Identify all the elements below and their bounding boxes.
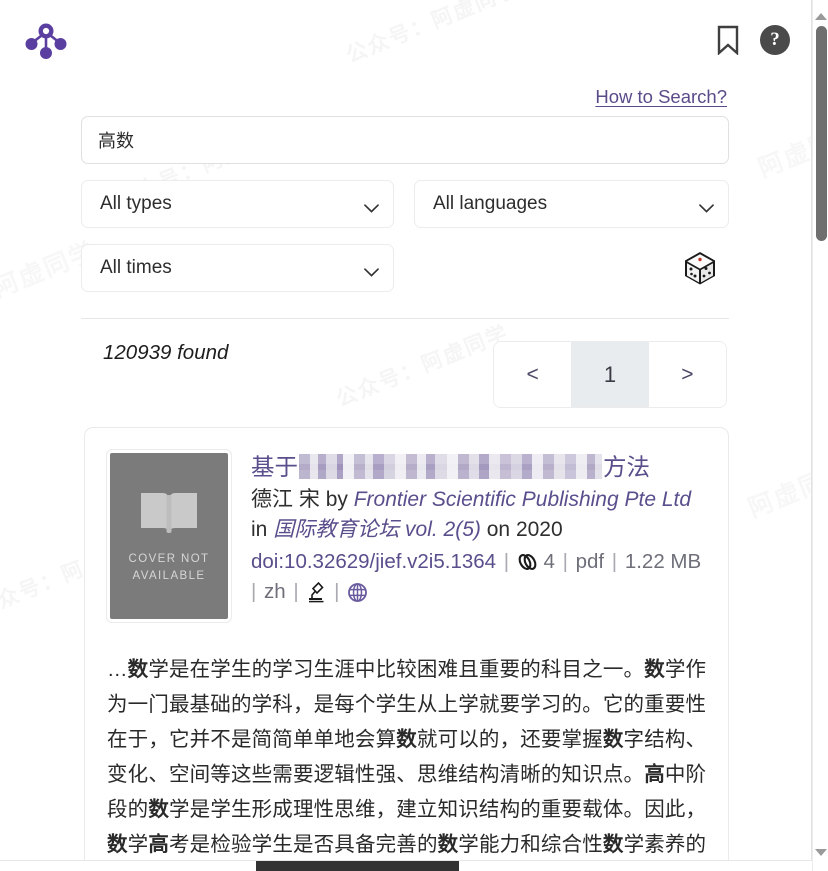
pagination-prev[interactable]: < [494, 342, 572, 407]
abstract-highlight: 数 [437, 833, 459, 856]
abstract-text: 学是学生形成理性思维，建立知识结构的重要载体。因此， [169, 798, 707, 821]
result-year: 2020 [515, 518, 563, 541]
pagination-next[interactable]: > [648, 342, 726, 407]
filter-times-label: All times [100, 257, 172, 278]
cover-placeholder[interactable]: COVER NOT AVAILABLE [107, 450, 231, 622]
open-book-icon [141, 493, 197, 533]
abstract-highlight: 数 [396, 728, 417, 751]
pagination: < 1 > [493, 341, 727, 408]
result-doi-line: doi:10.32629/jief.v2i5.1364 | 4 | pdf | … [251, 547, 706, 607]
vertical-scrollbar[interactable] [812, 0, 828, 871]
microscope-icon[interactable] [306, 581, 326, 603]
abstract-highlight: 数 [644, 658, 665, 681]
filters-row: All types All languages [81, 180, 729, 228]
scroll-down-arrow[interactable] [813, 844, 828, 861]
search-input[interactable] [81, 116, 729, 164]
abstract-text: 学能力和综合性 [458, 833, 603, 856]
attachment-count: 4 [543, 550, 555, 573]
abstract-text: 学 [127, 833, 149, 856]
abstract-highlight: 数 [148, 798, 169, 821]
abstract-text: 考是检验学生是否具备完善的 [169, 833, 438, 856]
section-divider [81, 318, 729, 319]
filter-types-select[interactable]: All types [81, 180, 394, 228]
bookmark-icon[interactable] [716, 25, 740, 56]
title-suffix: 方法 [603, 454, 650, 480]
abstract-highlight: 高 [148, 833, 170, 856]
results-count: 120939 found [103, 341, 229, 364]
on-word: on [486, 518, 511, 541]
cover-line-1: COVER NOT [128, 553, 210, 565]
result-authors-line: 德江 宋 by Frontier Scientific Publishing P… [251, 485, 706, 545]
abstract-highlight: 高 [644, 763, 665, 786]
result-title[interactable]: 基于 方法 [251, 452, 706, 482]
times-row: All times [81, 244, 729, 292]
by-word: by [325, 488, 348, 511]
abstract-text: 就可以的，还要掌握 [416, 728, 603, 751]
result-publisher[interactable]: Frontier Scientific Publishing Pte Ltd [354, 488, 691, 511]
result-authors: 德江 宋 [251, 488, 320, 511]
help-icon[interactable]: ? [760, 25, 790, 55]
app-root: 公众号：阿虚同学 阿虚同学 公众号：阿虚同学 阿虚同学 公众号：阿虚同学 阿虚同… [0, 0, 828, 871]
separator: | [287, 580, 305, 603]
chevron-down-icon [364, 200, 379, 213]
title-redacted-region [299, 454, 602, 479]
filter-times-select[interactable]: All times [81, 244, 394, 292]
result-abstract: …数学是在学生的学习生涯中比较困难且重要的科目之一。数学作为一门最基础的学科，是… [107, 652, 706, 866]
globe-icon[interactable] [347, 582, 368, 603]
result-size: 1.22 MB [624, 550, 702, 573]
separator: | [556, 550, 574, 573]
separator: | [498, 550, 515, 573]
result-language: zh [264, 580, 286, 603]
abstract-highlight: 数 [602, 728, 624, 751]
app-header: ? [0, 0, 811, 78]
cover-line-2: AVAILABLE [132, 570, 206, 582]
result-meta: 基于 方法 德江 宋 by Frontier Scientific Publish… [251, 450, 706, 622]
pagination-current-page[interactable]: 1 [571, 342, 649, 407]
separator: | [328, 580, 346, 603]
abstract-highlight: 数 [127, 658, 149, 681]
paperclip-icon [517, 551, 538, 571]
result-format: pdf [575, 550, 605, 573]
watermark: 阿虚同学 [744, 456, 812, 524]
filter-languages-label: All languages [433, 193, 548, 214]
network-graph-logo[interactable] [22, 20, 70, 62]
chevron-down-icon [364, 264, 379, 277]
chevron-down-icon [699, 200, 714, 213]
dice-icon[interactable] [680, 248, 720, 288]
abstract-text: … [107, 658, 128, 681]
result-journal[interactable]: 国际教育论坛 vol. 2(5) [273, 518, 481, 541]
result-card[interactable]: COVER NOT AVAILABLE 基于 方法 德江 宋 by Frontie… [84, 427, 729, 866]
how-to-search-link[interactable]: How to Search? [595, 86, 727, 108]
filter-languages-select[interactable]: All languages [414, 180, 729, 228]
filter-types-label: All types [100, 193, 172, 214]
search-area: All types All languages [81, 116, 729, 292]
header-actions: ? [716, 25, 790, 56]
vertical-scrollbar-thumb[interactable] [816, 26, 827, 241]
result-doi[interactable]: doi:10.32629/jief.v2i5.1364 [251, 550, 496, 573]
watermark: 公众号：阿虚同学 [332, 321, 513, 412]
watermark: 阿虚同学 [754, 116, 812, 184]
scroll-up-arrow[interactable] [813, 8, 828, 25]
title-prefix: 基于 [251, 454, 298, 480]
separator: | [606, 550, 623, 573]
in-word: in [251, 518, 268, 541]
horizontal-scrollbar[interactable] [0, 860, 812, 871]
abstract-highlight: 数 [107, 833, 128, 856]
horizontal-scrollbar-thumb[interactable] [256, 861, 459, 871]
result-card-top: COVER NOT AVAILABLE 基于 方法 德江 宋 by Frontie… [107, 450, 706, 622]
abstract-highlight: 数 [602, 833, 624, 856]
abstract-text: 学是在学生的学习生涯中比较困难且重要的科目之一。 [148, 658, 645, 681]
page-frame: 公众号：阿虚同学 阿虚同学 公众号：阿虚同学 阿虚同学 公众号：阿虚同学 阿虚同… [0, 0, 812, 866]
